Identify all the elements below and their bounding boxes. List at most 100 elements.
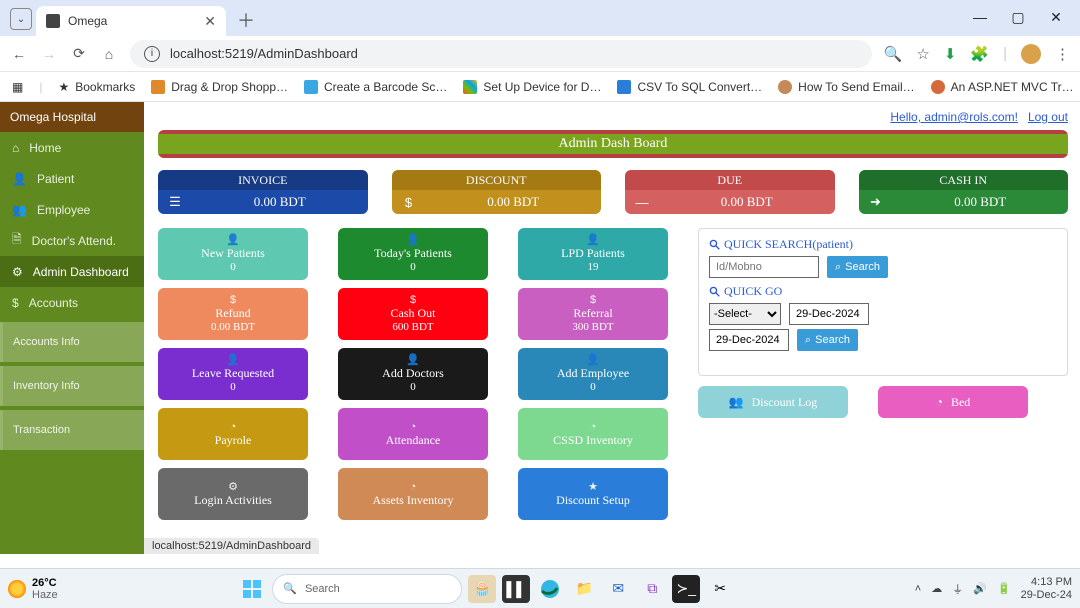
quick-go-select[interactable]: -Select-: [709, 303, 781, 325]
browser-tab[interactable]: Omega ✕: [36, 6, 226, 36]
sidebar-item-admin-dashboard[interactable]: ⚙Admin Dashboard: [0, 256, 144, 287]
dashboard-tile[interactable]: ⚙ Login Activities: [158, 468, 308, 520]
taskbar-search[interactable]: 🔍Search: [272, 574, 462, 604]
kpi-invoice[interactable]: INVOICE ☰0.00 BDT: [158, 170, 368, 214]
kpi-due[interactable]: DUE —0.00 BDT: [625, 170, 835, 214]
tile-label: Cash Out: [391, 306, 436, 321]
downloads-icon[interactable]: ⬇: [944, 45, 957, 63]
dashboard-tile[interactable]: $ Cash Out 600 BDT: [338, 288, 488, 340]
zoom-icon[interactable]: 🔍: [884, 45, 903, 63]
taskbar-app-explorer[interactable]: 📁: [570, 575, 598, 603]
bookmark-item[interactable]: Drag & Drop Shopp…: [151, 80, 288, 94]
dashboard-tile[interactable]: ★ Discount Setup: [518, 468, 668, 520]
bed-tile[interactable]: ◔ Bed: [878, 386, 1028, 418]
top-links: Hello, admin@rols.com! Log out: [158, 110, 1068, 124]
bookmark-item[interactable]: An ASP.NET MVC Tr…: [931, 80, 1074, 94]
discount-log-tile[interactable]: 👥 Discount Log: [698, 386, 848, 418]
tile-label: Payrole: [215, 433, 252, 448]
dollar-icon: $: [12, 296, 19, 310]
taskbar-app-snip[interactable]: ✂: [706, 575, 734, 603]
quick-go-date1[interactable]: [789, 303, 869, 325]
tab-search-button[interactable]: ⌄: [10, 8, 32, 30]
maximize-button[interactable]: ▢: [1008, 9, 1028, 26]
minimize-button[interactable]: —: [970, 9, 990, 26]
sidebar-item-accounts[interactable]: $Accounts: [0, 287, 144, 318]
wifi-icon[interactable]: ⏚: [952, 581, 963, 597]
kpi-cashin[interactable]: CASH IN ➜0.00 BDT: [859, 170, 1069, 214]
sidebar-item-doctors-attend[interactable]: 🗎Doctor's Attend.: [0, 225, 144, 256]
taskbar-app-terminal[interactable]: ≻_: [672, 575, 700, 603]
kpi-label: INVOICE: [158, 170, 368, 190]
omnibox[interactable]: i localhost:5219/AdminDashboard: [130, 40, 872, 68]
bookmark-item[interactable]: Create a Barcode Sc…: [304, 80, 447, 94]
dashboard-tile[interactable]: ◔ Attendance: [338, 408, 488, 460]
system-tray[interactable]: ˄ ☁ ⏚ 🔊 🔋 4:13 PM 29-Dec-24: [915, 576, 1072, 600]
sidebar-block-inventory-info[interactable]: Inventory Info: [0, 366, 144, 406]
people-icon: 👥: [729, 395, 744, 409]
dashboard-tile[interactable]: 👤 Today's Patients 0: [338, 228, 488, 280]
bookmark-item[interactable]: How To Send Email…: [778, 80, 915, 94]
dashboard-tile[interactable]: 👤 Add Doctors 0: [338, 348, 488, 400]
tile-icon: ◔: [410, 421, 417, 433]
tile-label: Discount Setup: [556, 493, 630, 508]
reload-button[interactable]: ⟳: [70, 45, 88, 63]
start-button[interactable]: [238, 575, 266, 603]
dashboard-tile[interactable]: 👤 LPD Patients 19: [518, 228, 668, 280]
quick-go-date2[interactable]: [709, 329, 789, 351]
taskbar-app-icon[interactable]: 🧁: [468, 575, 496, 603]
dashboard-tile[interactable]: 👤 New Patients 0: [158, 228, 308, 280]
logout-link[interactable]: Log out: [1028, 110, 1068, 124]
kpi-value: 0.00 BDT: [192, 194, 368, 210]
site-info-icon[interactable]: i: [144, 46, 160, 62]
menu-button[interactable]: ⋮: [1055, 45, 1070, 63]
bookmark-star-icon[interactable]: ☆: [916, 45, 929, 63]
weather-widget[interactable]: 26°C Haze: [8, 577, 58, 601]
dashboard-tile[interactable]: ◔ Assets Inventory: [338, 468, 488, 520]
battery-icon[interactable]: 🔋: [997, 582, 1011, 595]
bookmark-item[interactable]: ★Bookmarks: [58, 80, 135, 94]
tile-icon: ◔: [230, 421, 237, 433]
bookmark-item[interactable]: CSV To SQL Convert…: [617, 80, 762, 94]
close-window-button[interactable]: ✕: [1046, 9, 1066, 26]
quick-search-button[interactable]: ⌕Search: [827, 256, 888, 278]
taskbar-app-vs[interactable]: ⧉: [638, 575, 666, 603]
tile-value: 0: [590, 381, 596, 395]
hello-user-link[interactable]: Hello, admin@rols.com!: [890, 110, 1018, 124]
bookmark-item[interactable]: Set Up Device for D…: [463, 80, 601, 94]
sidebar-item-patient[interactable]: 👤Patient: [0, 163, 144, 194]
dashboard-tile[interactable]: ◔ Payrole: [158, 408, 308, 460]
tile-value: 0: [230, 261, 236, 275]
kpi-discount[interactable]: DISCOUNT $0.00 BDT: [392, 170, 602, 214]
quick-go-search-button[interactable]: ⌕Search: [797, 329, 858, 351]
tile-label: Leave Requested: [192, 366, 274, 381]
tray-chevron-icon[interactable]: ˄: [915, 583, 921, 595]
taskbar-app-outlook[interactable]: ✉: [604, 575, 632, 603]
extensions-icon[interactable]: 🧩: [970, 45, 989, 63]
taskbar-clock[interactable]: 4:13 PM 29-Dec-24: [1021, 576, 1072, 600]
close-tab-icon[interactable]: ✕: [204, 13, 216, 30]
dashboard-tile[interactable]: $ Refund 0.00 BDT: [158, 288, 308, 340]
taskbar-app-icon[interactable]: ▌▌: [502, 575, 530, 603]
new-tab-button[interactable]: ＋: [232, 6, 260, 34]
profile-avatar[interactable]: [1021, 44, 1041, 64]
cloud-icon[interactable]: ☁: [931, 582, 942, 595]
dashboard-tile[interactable]: 👤 Add Employee 0: [518, 348, 668, 400]
sidebar-block-accounts-info[interactable]: Accounts Info: [0, 322, 144, 362]
home-button[interactable]: ⌂: [100, 45, 118, 63]
sidebar-item-employee[interactable]: 👥Employee: [0, 194, 144, 225]
volume-icon[interactable]: 🔊: [973, 582, 987, 595]
dashboard-tile[interactable]: 👤 Leave Requested 0: [158, 348, 308, 400]
tile-label: Login Activities: [194, 493, 272, 508]
sidebar-item-home[interactable]: ⌂Home: [0, 132, 144, 163]
forward-button[interactable]: →: [40, 45, 58, 63]
taskbar-app-edge[interactable]: [536, 575, 564, 603]
minus-icon: —: [625, 195, 659, 210]
back-button[interactable]: ←: [10, 45, 28, 63]
kpi-row: INVOICE ☰0.00 BDT DISCOUNT $0.00 BDT DUE…: [158, 170, 1068, 214]
quick-search-input[interactable]: [709, 256, 819, 278]
dashboard-tile[interactable]: $ Referral 300 BDT: [518, 288, 668, 340]
dashboard-tile[interactable]: ◔ CSSD Inventory: [518, 408, 668, 460]
apps-icon[interactable]: ▦: [12, 80, 23, 94]
tile-label: Add Employee: [557, 366, 629, 381]
sidebar-block-transaction[interactable]: Transaction: [0, 410, 144, 450]
